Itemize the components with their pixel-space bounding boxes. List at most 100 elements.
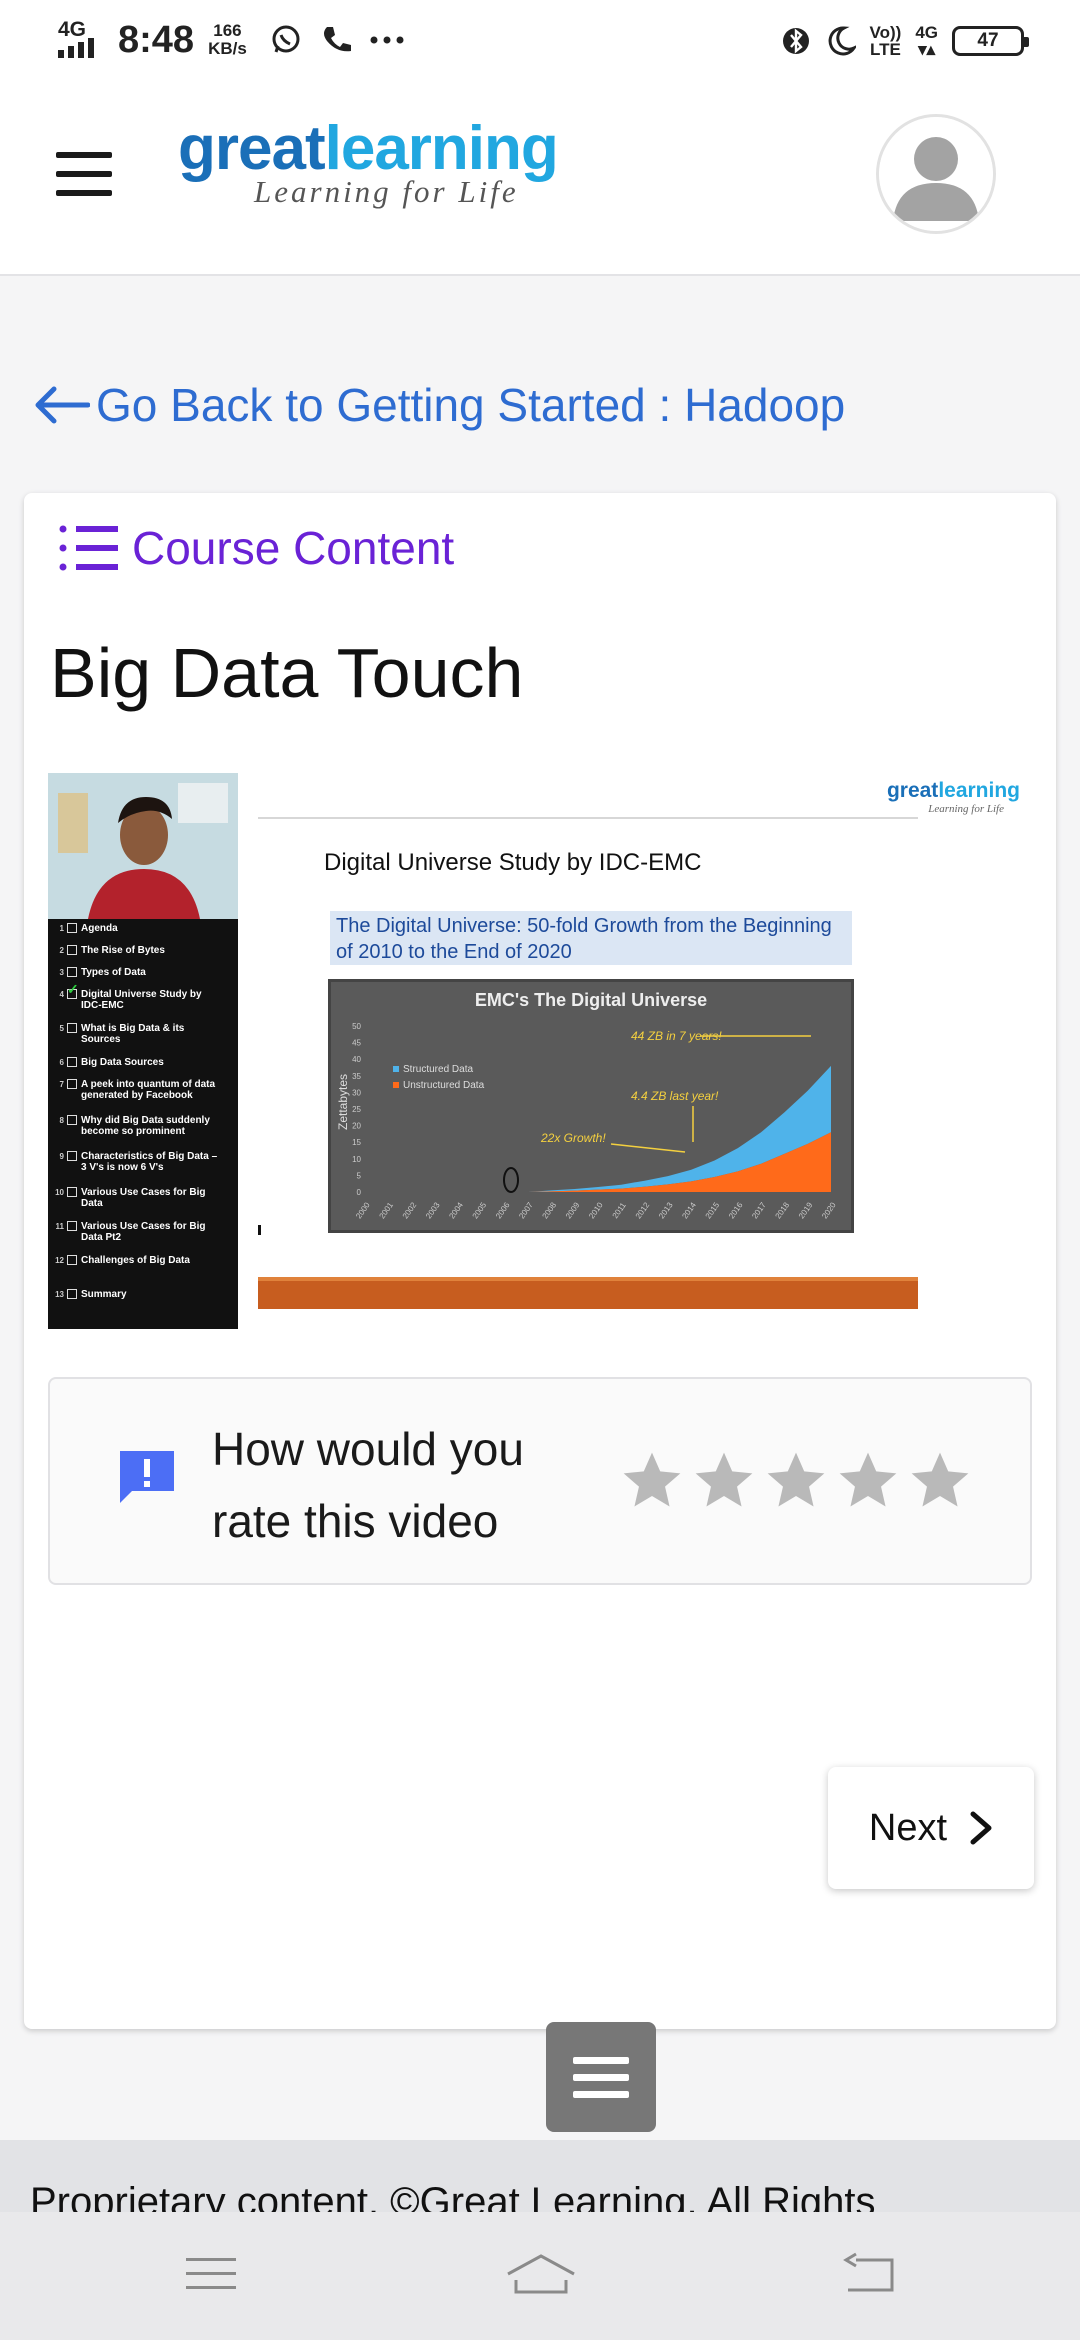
agenda-item-label: Types of Data (81, 967, 146, 978)
checkbox-icon (67, 1057, 77, 1067)
y-tick-label: 0 (357, 1188, 362, 1197)
agenda-item: 4 Digital Universe Study by IDC-EMC (52, 984, 236, 1023)
agenda-item-number: 12 (55, 1256, 64, 1265)
battery-level: 47 (977, 30, 999, 51)
chart-annotation: 4.4 ZB last year! (631, 1089, 719, 1103)
slide-logo-great: great (886, 779, 939, 802)
checkbox-icon (67, 923, 77, 933)
home-icon[interactable] (504, 2252, 578, 2296)
rating-question: How would you rate this video (212, 1423, 524, 1547)
video-slide: greatlearning Learning for Life Digital … (258, 773, 1038, 1329)
agenda-item-label: Characteristics of Big Data – 3 V's is n… (81, 1151, 218, 1173)
data-arrows-icon: ▾▴ (918, 40, 936, 59)
agenda-item-label: What is Big Data & its Sources (81, 1023, 185, 1045)
agenda-item-number: 4 (59, 990, 64, 999)
y-tick-label: 10 (352, 1155, 361, 1164)
checkbox-icon (67, 945, 77, 955)
agenda-item-label: Various Use Cases for Big Data Pt2 (81, 1221, 206, 1243)
agenda-list: 1 Agenda 2 The Rise of Bytes 3 Types of Data 4… (52, 923, 236, 1311)
slide-subtitle: The Digital Universe: 50-fold Growth fro… (330, 911, 852, 965)
great-learning-logo[interactable]: greatlearning Learning for Life (178, 114, 559, 210)
star-icon[interactable] (834, 1447, 902, 1515)
slide-logo-learning: learning (938, 779, 1020, 802)
agenda-item-number: 9 (59, 1152, 64, 1161)
y-tick-label: 15 (352, 1138, 361, 1147)
agenda-item-number: 11 (55, 1222, 64, 1231)
phone-icon (323, 27, 351, 52)
checkbox-icon (67, 1115, 77, 1125)
star-icon[interactable] (618, 1447, 686, 1515)
agenda-item-number: 1 (59, 924, 64, 933)
checkbox-icon (67, 967, 77, 977)
agenda-item-label: Digital Universe Study by IDC-EMC (81, 989, 202, 1011)
checkbox-icon (67, 1255, 77, 1265)
feedback-icon (120, 1451, 174, 1503)
agenda-item: 13 Summary (52, 1289, 236, 1311)
agenda-item-label: Challenges of Big Data (81, 1255, 190, 1266)
agenda-item: 3 Types of Data (52, 967, 236, 989)
slide-title: Digital Universe Study by IDC-EMC (324, 849, 702, 876)
user-silhouette-icon (879, 117, 993, 231)
legend-label: Structured Data (403, 1064, 473, 1075)
agenda-item-label: Various Use Cases for Big Data (81, 1187, 206, 1209)
slide-logo: greatlearning Learning for Life (887, 779, 1020, 815)
agenda-item: 10 Various Use Cases for Big Data (52, 1187, 236, 1221)
video-cursor (258, 1225, 261, 1235)
video-player[interactable]: 1 Agenda 2 The Rise of Bytes 3 Types of Data 4… (48, 773, 1038, 1329)
course-content-link[interactable]: Course Content (58, 521, 454, 575)
next-button[interactable]: Next (828, 1767, 1034, 1889)
y-tick-label: 5 (357, 1171, 362, 1180)
agenda-item-label: Summary (81, 1289, 127, 1300)
back-icon[interactable] (842, 2252, 896, 2296)
agenda-item: 7 A peek into quantum of data generated b… (52, 1079, 236, 1115)
presenter-panel: 1 Agenda 2 The Rise of Bytes 3 Types of Data 4… (48, 773, 238, 1329)
clock: 8:48 (118, 18, 195, 61)
signal-bars-icon (58, 38, 94, 58)
agenda-item-label: Big Data Sources (81, 1057, 164, 1068)
agenda-item-number: 5 (59, 1024, 64, 1033)
menu-icon[interactable] (56, 152, 112, 196)
network-right-label: 4G (915, 23, 938, 42)
digital-universe-chart: EMC's The Digital Universe Zettabytes 0 5 10… (328, 979, 854, 1233)
y-tick-label: 35 (352, 1072, 361, 1081)
agenda-item: 8 Why did Big Data suddenly become so pro… (52, 1115, 236, 1151)
floating-menu-button[interactable] (546, 2022, 656, 2132)
y-tick-label: 40 (352, 1055, 361, 1064)
star-icon[interactable] (906, 1447, 974, 1515)
checkbox-icon (67, 1221, 77, 1231)
agenda-item: 9 Characteristics of Big Data – 3 V's is … (52, 1151, 236, 1187)
status-bar: 4G 8:48 166 KB/s Vo)) LTE 4G ▾▴ 47 (0, 0, 1080, 82)
chevron-right-icon (970, 1811, 992, 1845)
app-header: greatlearning Learning for Life (0, 82, 1080, 276)
agenda-item-number: 3 (59, 968, 64, 977)
y-tick-label: 50 (352, 1022, 361, 1031)
agenda-item-number: 2 (59, 946, 64, 955)
next-label: Next (868, 1806, 948, 1849)
y-axis-label: Zettabytes (336, 1074, 350, 1130)
agenda-item-number: 8 (59, 1116, 64, 1125)
legend-swatch (393, 1066, 399, 1072)
volte-indicator: Vo)) LTE (870, 24, 902, 58)
system-nav-bar (0, 2212, 1080, 2340)
agenda-item-label: Agenda (81, 923, 118, 934)
back-link[interactable]: Go Back to Getting Started : Hadoop (32, 378, 845, 432)
whatsapp-icon (272, 25, 300, 53)
agenda-item-label: A peek into quantum of data generated by… (81, 1079, 216, 1101)
recent-apps-icon[interactable] (184, 2252, 238, 2296)
checkbox-icon (67, 1151, 77, 1161)
logo-text-learning: learning (324, 114, 559, 183)
speed-unit: KB/s (208, 39, 247, 58)
avatar[interactable] (876, 114, 996, 234)
agenda-item: 2 The Rise of Bytes (52, 945, 236, 967)
star-icon[interactable] (690, 1447, 758, 1515)
bluetooth-icon (782, 28, 809, 54)
star-icon[interactable] (762, 1447, 830, 1515)
agenda-item-number: 10 (55, 1188, 64, 1197)
course-content-label: Course Content (132, 522, 455, 574)
agenda-item-label: The Rise of Bytes (81, 945, 165, 956)
list-icon (59, 525, 118, 571)
checked-box-icon (67, 984, 79, 999)
checkbox-icon (67, 1079, 77, 1089)
battery-icon: 47 (952, 26, 1029, 56)
y-tick-label: 45 (352, 1039, 361, 1048)
